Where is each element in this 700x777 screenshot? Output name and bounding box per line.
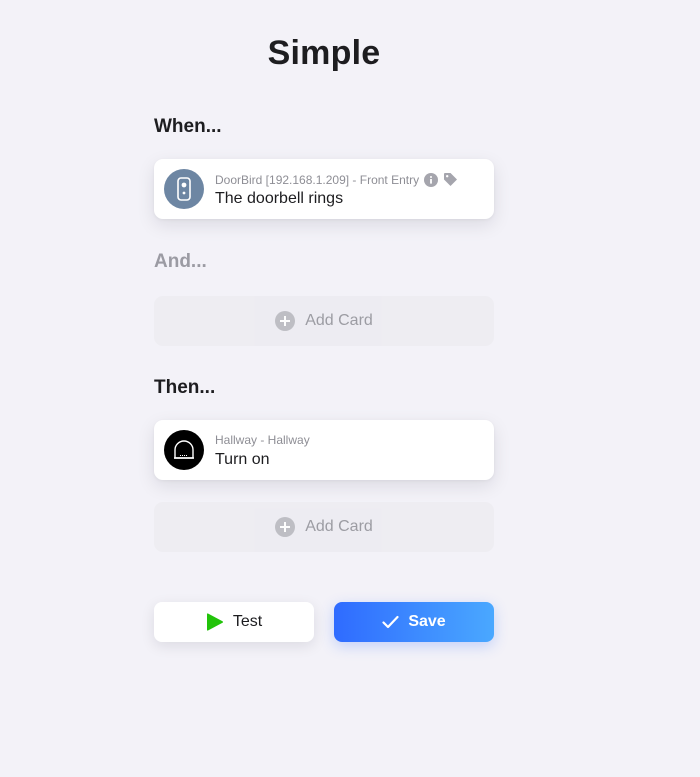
test-button[interactable]: Test [154, 602, 314, 642]
save-button[interactable]: Save [334, 602, 494, 642]
trigger-card-subtitle: DoorBird [192.168.1.209] - Front Entry [215, 172, 458, 187]
trigger-device-name: DoorBird [192.168.1.209] - Front Entry [215, 172, 420, 187]
play-icon [206, 612, 224, 632]
and-section-label: And... [154, 251, 207, 272]
add-card-label: Add Card [305, 518, 373, 535]
action-device-name: Hallway - Hallway [215, 433, 310, 447]
trigger-card[interactable]: DoorBird [192.168.1.209] - Front Entry T… [154, 159, 494, 219]
then-section-label: Then... [154, 377, 216, 398]
action-card[interactable]: Hallway - Hallway Turn on [154, 420, 494, 480]
when-section-label: When... [154, 116, 222, 137]
add-action-card-button[interactable]: Add Card [154, 502, 494, 552]
add-condition-card-button[interactable]: Add Card [154, 296, 494, 346]
plus-circle-icon [275, 311, 296, 331]
plus-circle-icon [275, 517, 296, 537]
checkmark-icon [382, 615, 399, 629]
page-title: Simple [267, 34, 381, 72]
add-card-label: Add Card [305, 312, 373, 329]
test-button-label: Test [232, 613, 263, 630]
trigger-card-text: The doorbell rings [215, 190, 344, 207]
action-card-text: Turn on [215, 451, 270, 468]
info-icon[interactable] [424, 172, 439, 187]
doorbell-icon [164, 169, 204, 209]
flow-editor-page: Simple When... DoorBird [192.168.1.209] … [0, 0, 700, 777]
save-button-label: Save [408, 613, 446, 630]
tag-icon[interactable] [443, 172, 458, 187]
action-card-subtitle: Hallway - Hallway [215, 433, 310, 447]
light-fixture-icon [164, 430, 204, 470]
